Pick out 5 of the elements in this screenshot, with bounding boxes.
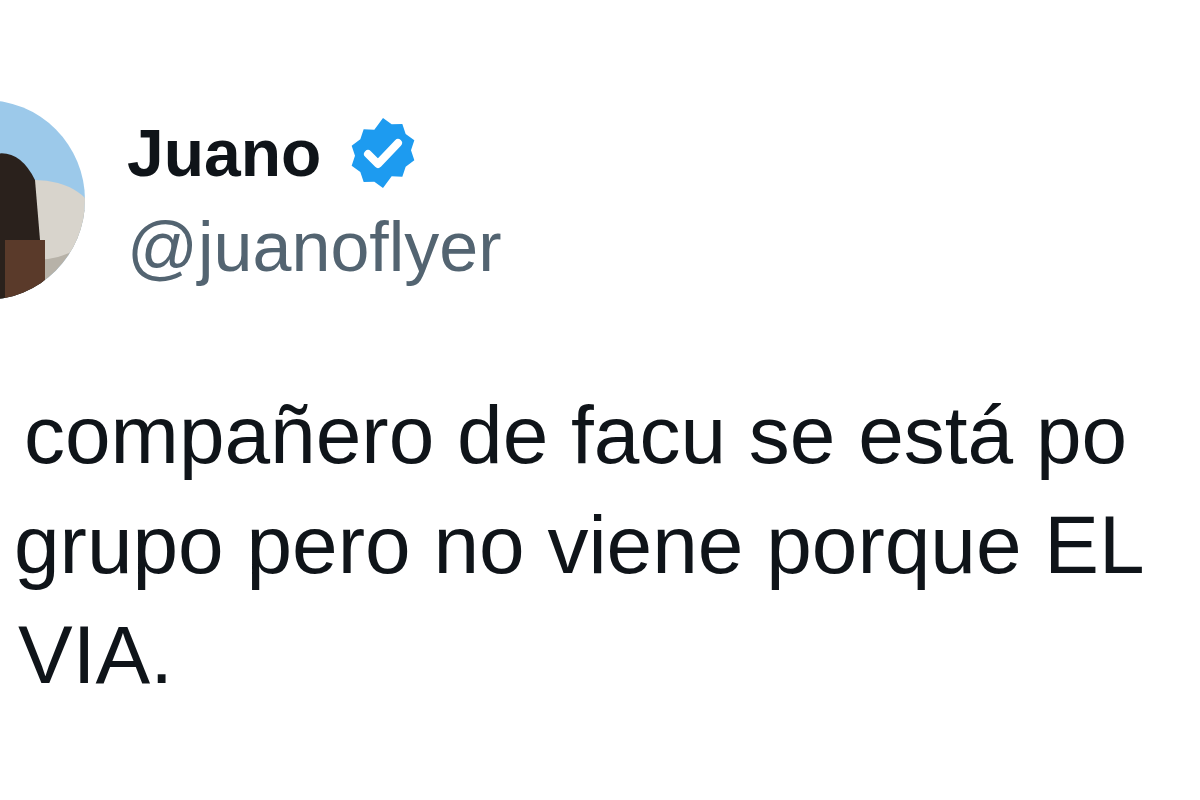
user-name[interactable]: Juano [127,111,322,195]
tweet-text-line: grupo pero no viene porque EL [14,498,1145,592]
tweet-text-line: compañero de facu se está po [24,388,1128,482]
user-handle[interactable]: @juanoflyer [127,205,502,289]
tweet-text-line: VIA. [18,608,173,702]
